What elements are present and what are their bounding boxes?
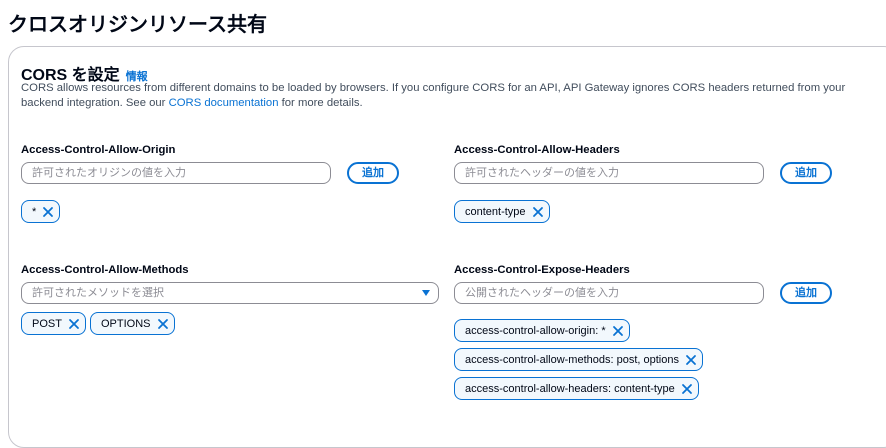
close-icon[interactable] [532, 206, 544, 218]
allow-methods-label: Access-Control-Allow-Methods [21, 264, 189, 276]
token-label: POST [32, 317, 62, 330]
expose-headers-token[interactable]: access-control-allow-methods: post, opti… [454, 348, 703, 371]
caret-down-icon [422, 290, 430, 296]
expose-headers-add-button[interactable]: 追加 [780, 282, 832, 304]
allow-origin-add-button[interactable]: 追加 [347, 162, 399, 184]
token-label: access-control-allow-methods: post, opti… [465, 353, 679, 366]
description-suffix: for more details. [278, 97, 363, 109]
select-placeholder: 許可されたメソッドを選択 [32, 287, 164, 299]
page-title: クロスオリジンリソース共有 [8, 14, 267, 36]
allow-origin-label: Access-Control-Allow-Origin [21, 144, 176, 156]
token-label: access-control-allow-headers: content-ty… [465, 382, 675, 395]
panel-description: CORS allows resources from different dom… [21, 81, 861, 111]
allow-headers-label: Access-Control-Allow-Headers [454, 144, 620, 156]
allow-headers-add-button[interactable]: 追加 [780, 162, 832, 184]
close-icon[interactable] [685, 354, 697, 366]
expose-headers-token[interactable]: access-control-allow-headers: content-ty… [454, 377, 699, 400]
close-icon[interactable] [612, 325, 624, 337]
allow-methods-token-post[interactable]: POST [21, 312, 86, 335]
cors-documentation-link[interactable]: CORS documentation [169, 97, 279, 109]
token-label: access-control-allow-origin: * [465, 324, 606, 337]
allow-methods-token-options[interactable]: OPTIONS [90, 312, 175, 335]
allow-methods-select[interactable]: 許可されたメソッドを選択 [21, 282, 439, 304]
allow-headers-input[interactable]: 許可されたヘッダーの値を入力 [454, 162, 764, 184]
token-label: content-type [465, 205, 526, 218]
expose-headers-label: Access-Control-Expose-Headers [454, 264, 630, 276]
token-label: * [32, 205, 37, 218]
close-icon[interactable] [42, 206, 54, 218]
token-label: OPTIONS [101, 317, 151, 330]
allow-origin-input[interactable]: 許可されたオリジンの値を入力 [21, 162, 331, 184]
allow-origin-token[interactable]: * [21, 200, 61, 223]
close-icon[interactable] [68, 318, 80, 330]
allow-headers-token[interactable]: content-type [454, 200, 550, 223]
close-icon[interactable] [681, 383, 693, 395]
cors-panel: CORS を設定 情報 CORS allows resources from d… [8, 46, 886, 448]
expose-headers-token[interactable]: access-control-allow-origin: * [454, 319, 630, 342]
close-icon[interactable] [157, 318, 169, 330]
expose-headers-input[interactable]: 公開されたヘッダーの値を入力 [454, 282, 764, 304]
description-text: CORS allows resources from different dom… [21, 82, 846, 109]
